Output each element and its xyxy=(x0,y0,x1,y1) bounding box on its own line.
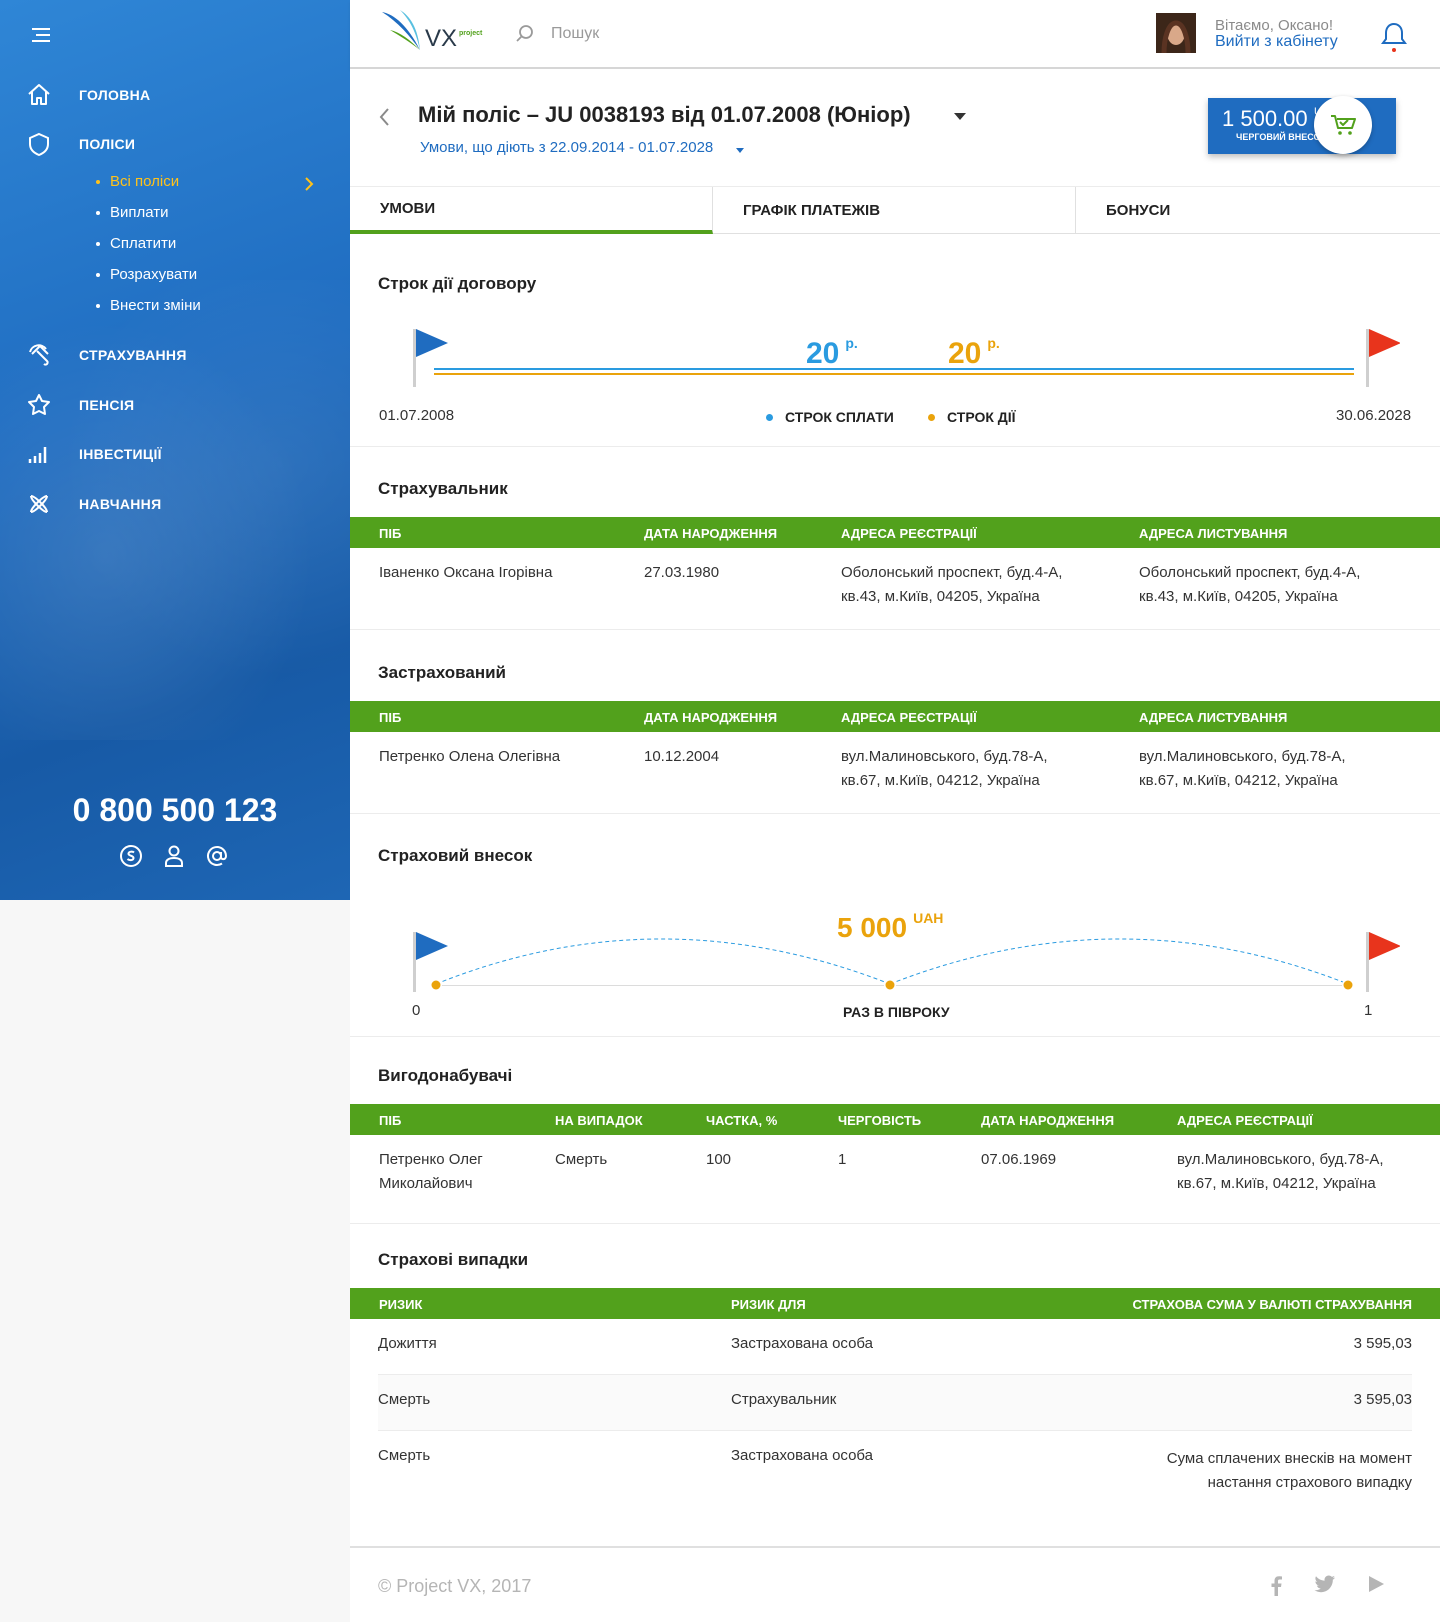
nav-label: ГОЛОВНА xyxy=(79,87,151,103)
start-flag-icon xyxy=(416,932,448,960)
umbrella-icon xyxy=(29,344,49,366)
valid-term-years: 20 р. xyxy=(948,335,1000,370)
logout-link[interactable]: Вийти з кабінету xyxy=(1215,33,1338,51)
avatar-image xyxy=(1156,13,1196,53)
sub-label: Внести зміни xyxy=(110,297,201,314)
shield-icon xyxy=(29,132,49,157)
sub-item-all-policies[interactable]: Всі поліси xyxy=(96,173,179,190)
legend-valid: СТРОК ДІЇ xyxy=(928,409,1016,425)
pay-term-years: 20 р. xyxy=(806,335,858,370)
sub-label: Всі поліси xyxy=(110,173,180,190)
table-row: Смерть Застрахована особа Сума сплачених… xyxy=(378,1447,1412,1491)
policy-title: Мій поліс – JU 0038193 від 01.07.2008 (Ю… xyxy=(418,102,911,127)
policyholder-title: Страхувальник xyxy=(378,479,508,498)
greeting: Вітаємо, Оксано! xyxy=(1215,17,1334,34)
sub-label: Сплатити xyxy=(110,235,177,252)
beneficiaries-table-header: ПІБ НА ВИПАДОК ЧАСТКА, % ЧЕРГОВІСТЬ ДАТА… xyxy=(350,1104,1440,1135)
nav-label: ПОЛІСИ xyxy=(79,136,136,152)
payment-label: ЧЕРГОВИЙ ВНЕСОК xyxy=(1236,132,1327,142)
tab-bonuses[interactable]: БОНУСИ xyxy=(1076,187,1439,234)
youtube-icon[interactable] xyxy=(1366,1574,1386,1594)
end-flag-icon xyxy=(1369,932,1400,960)
table-row: Дожиття Застрахована особа 3 595,03 xyxy=(378,1319,1412,1375)
end-flag-icon xyxy=(1369,329,1400,357)
top-header: VX project Пошук Вітаємо, Оксано! Вийти … xyxy=(350,0,1440,69)
sub-item-pay[interactable]: Сплатити xyxy=(96,235,176,252)
pay-term-line xyxy=(434,368,1354,370)
home-icon xyxy=(28,84,50,105)
search-icon[interactable] xyxy=(515,24,535,44)
cases-title: Страхові випадки xyxy=(378,1250,529,1269)
nav-learning[interactable]: НАВЧАННЯ xyxy=(26,489,161,519)
footer: © Project VX, 2017 xyxy=(350,1546,1440,1622)
logo-text: VX xyxy=(425,25,458,52)
nav-policies[interactable]: ПОЛІСИ xyxy=(26,129,135,159)
nav-investments[interactable]: ІНВЕСТИЦІЇ xyxy=(26,439,162,469)
contact-icons xyxy=(118,843,230,869)
contribution-end: 1 xyxy=(1364,1002,1373,1019)
beneficiaries-title: Вигодонабувачі xyxy=(378,1066,513,1085)
skype-icon[interactable] xyxy=(118,843,144,869)
nav-label: ІНВЕСТИЦІЇ xyxy=(79,446,162,462)
nav-home[interactable]: ГОЛОВНА xyxy=(26,80,150,110)
cases-table-header: РИЗИК РИЗИК ДЛЯ СТРАХОВА СУМА У ВАЛЮТІ С… xyxy=(350,1288,1440,1319)
sub-label: Виплати xyxy=(110,204,169,221)
valid-term-line xyxy=(434,373,1354,375)
policyholder-table-header: ПІБ ДАТА НАРОДЖЕННЯ АДРЕСА РЕЄСТРАЦІЇ АД… xyxy=(350,517,1440,548)
sub-item-changes[interactable]: Внести зміни xyxy=(96,297,201,314)
facebook-icon[interactable] xyxy=(1268,1574,1284,1596)
nav-insurance[interactable]: СТРАХУВАННЯ xyxy=(26,340,187,370)
cart-button[interactable] xyxy=(1314,96,1372,154)
logo[interactable]: VX project xyxy=(380,8,490,58)
tabs: УМОВИ ГРАФІК ПЛАТЕЖІВ БОНУСИ xyxy=(350,186,1440,234)
cart-icon xyxy=(1331,115,1356,135)
sidebar: ГОЛОВНА ПОЛІСИ Всі поліси Виплати Сплати… xyxy=(0,0,350,900)
search-input[interactable]: Пошук xyxy=(551,25,599,43)
menu-icon[interactable] xyxy=(30,24,52,46)
tab-payment-schedule[interactable]: ГРАФІК ПЛАТЕЖІВ xyxy=(713,187,1076,234)
terms-dropdown-icon[interactable] xyxy=(736,148,744,153)
term-title: Строк дії договору xyxy=(378,274,537,293)
policy-dropdown-icon[interactable] xyxy=(954,113,966,120)
table-row: Смерть Страхувальник 3 595,03 xyxy=(378,1375,1412,1431)
contribution-start: 0 xyxy=(412,1002,421,1019)
main-content: Мій поліс – JU 0038193 від 01.07.2008 (Ю… xyxy=(350,69,1440,1622)
search-bar[interactable]: Пошук xyxy=(515,24,599,44)
legend-pay: СТРОК СПЛАТИ xyxy=(766,409,894,425)
contribution-frequency: РАЗ В ПІВРОКУ xyxy=(843,1004,950,1020)
at-icon[interactable] xyxy=(204,843,230,869)
nav-pension[interactable]: ПЕНСІЯ xyxy=(26,390,134,420)
term-timeline xyxy=(413,329,1400,387)
back-arrow-icon[interactable] xyxy=(378,107,392,127)
support-phone[interactable]: 0 800 500 123 xyxy=(0,792,350,829)
start-flag-icon xyxy=(416,329,448,357)
bell-icon[interactable] xyxy=(1380,20,1408,54)
term-end-date: 30.06.2028 xyxy=(1336,407,1412,424)
contribution-timeline xyxy=(413,932,1400,992)
atom-icon xyxy=(30,495,48,513)
star-icon xyxy=(28,394,50,415)
sub-label: Розрахувати xyxy=(110,266,198,283)
sub-item-payouts[interactable]: Виплати xyxy=(96,204,169,221)
contribution-title: Страховий внесок xyxy=(378,846,533,865)
tab-conditions[interactable]: УМОВИ xyxy=(350,187,713,234)
user-icon[interactable] xyxy=(161,843,187,869)
nav-label: ПЕНСІЯ xyxy=(79,397,135,413)
avatar[interactable] xyxy=(1156,13,1196,53)
insured-title: Застрахований xyxy=(378,663,506,682)
twitter-icon[interactable] xyxy=(1314,1574,1336,1594)
chart-bars-icon xyxy=(28,447,47,463)
copyright: © Project VX, 2017 xyxy=(378,1576,532,1596)
nav-label: СТРАХУВАННЯ xyxy=(79,347,187,363)
nav-label: НАВЧАННЯ xyxy=(79,496,162,512)
insured-table-header: ПІБ ДАТА НАРОДЖЕННЯ АДРЕСА РЕЄСТРАЦІЇ АД… xyxy=(350,701,1440,732)
payment-amount: 1 500.00 xyxy=(1222,106,1308,131)
logo-subtext: project xyxy=(459,30,483,37)
chevron-right-icon xyxy=(305,177,314,191)
sub-item-calculate[interactable]: Розрахувати xyxy=(96,266,197,283)
policy-terms[interactable]: Умови, що діють з 22.09.2014 - 01.07.202… xyxy=(420,139,713,156)
term-start-date: 01.07.2008 xyxy=(379,407,455,424)
